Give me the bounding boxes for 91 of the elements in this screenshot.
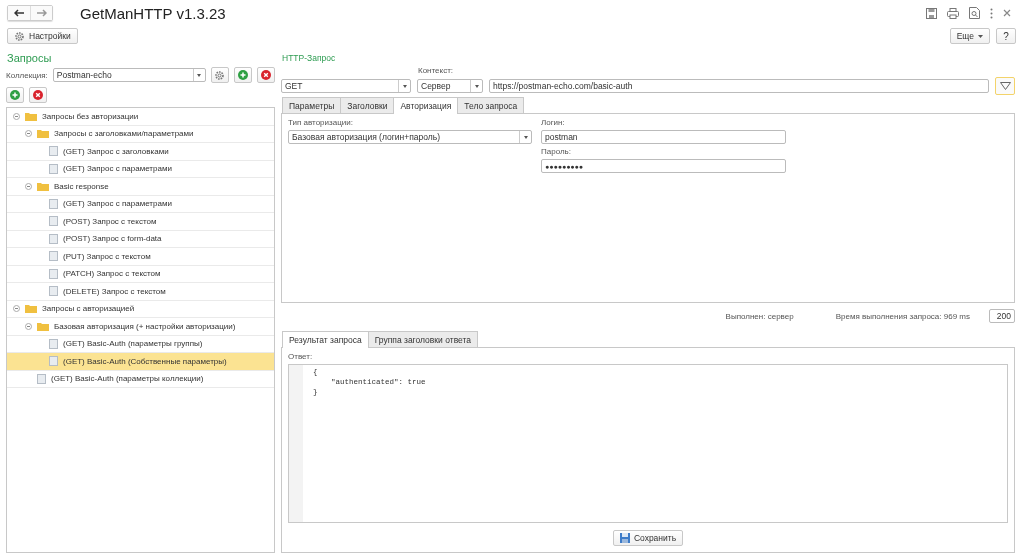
document-icon (49, 338, 58, 349)
tree-item[interactable]: (POST) Запрос с текстом (7, 213, 274, 231)
collapse-icon[interactable] (25, 322, 32, 330)
save-button[interactable]: Сохранить (612, 530, 684, 546)
execution-time: Время выполнения запроса: 969 ms (835, 311, 970, 321)
context-label: Контекст: (418, 66, 454, 75)
document-icon (49, 286, 58, 297)
caret-icon (523, 135, 528, 139)
caret-icon (978, 34, 983, 38)
tree-item[interactable]: (DELETE) Запрос с текстом (7, 283, 274, 301)
caret-icon (197, 73, 202, 77)
add-collection-button[interactable] (233, 67, 252, 83)
folder-icon (37, 129, 49, 139)
triangle-icon (999, 82, 1011, 90)
gear-icon (14, 30, 25, 42)
window-title: GetManHTTP v1.3.23 (80, 4, 226, 22)
collapse-icon[interactable] (25, 182, 32, 190)
tree-item[interactable]: (GET) Запрос с параметрами (7, 195, 274, 213)
section-title: Запросы (7, 52, 53, 64)
tree-item[interactable]: (PUT) Запрос с текстом (7, 248, 274, 266)
login-field[interactable]: postman (541, 130, 786, 144)
folder-icon (37, 181, 49, 191)
tree-item[interactable]: (GET) Запрос с параметрами (7, 160, 274, 178)
document-icon (49, 198, 58, 209)
back-button[interactable] (8, 6, 30, 20)
status-code-field: 200 (989, 309, 1015, 323)
add-request-button[interactable] (6, 87, 24, 103)
delete-icon (260, 70, 271, 80)
tab[interactable]: Авторизация (393, 97, 459, 114)
tree-item[interactable]: Basic response (7, 178, 274, 196)
back-arrow-icon (14, 9, 24, 17)
tab[interactable]: Тело запроса (457, 97, 525, 113)
close-icon[interactable] (1003, 9, 1011, 17)
collapse-icon[interactable] (13, 305, 20, 313)
plus-icon (10, 90, 20, 100)
forward-arrow-icon (36, 9, 47, 17)
send-button[interactable] (995, 77, 1015, 95)
document-icon (49, 163, 58, 174)
tree-item[interactable]: Запросы без авторизации (7, 108, 274, 126)
url-field[interactable]: https://postman-echo.com/basic-auth (489, 79, 989, 93)
document-icon (49, 268, 58, 279)
tab[interactable]: Результат запроса (282, 331, 369, 348)
delete-request-button[interactable] (29, 87, 47, 103)
answer-label: Ответ: (288, 352, 314, 361)
method-select[interactable]: GET (281, 79, 411, 93)
document-icon (49, 251, 58, 262)
folder-icon (25, 304, 37, 314)
document-icon (49, 216, 58, 227)
gear-icon (214, 69, 226, 81)
collection-label: Коллекция: (6, 70, 48, 80)
tab[interactable]: Параметры (282, 97, 342, 113)
password-label: Пароль: (541, 147, 572, 156)
more-icon[interactable] (990, 7, 993, 19)
folder-icon (37, 321, 49, 331)
tree-item[interactable]: Базовая авторизация (+ настройки авторизации) (7, 318, 274, 336)
document-icon (49, 356, 58, 367)
settings-button[interactable]: Настройки (7, 28, 78, 44)
print-icon[interactable] (947, 7, 959, 19)
tree-item[interactable]: (PATCH) Запрос с текстом (7, 265, 274, 283)
document-icon (49, 146, 58, 157)
collapse-icon[interactable] (13, 112, 20, 120)
executed-status: Выполнен: сервер (725, 311, 794, 321)
floppy-icon (619, 533, 630, 543)
more-button[interactable]: Еще (949, 28, 990, 44)
tree-item[interactable]: Запросы с авторизацией (7, 300, 274, 318)
folder-icon (25, 111, 37, 121)
section-title: HTTP-Запрос (282, 53, 337, 63)
caret-icon (474, 84, 479, 88)
collection-settings-button[interactable] (210, 67, 229, 83)
tree-item[interactable]: (GET) Basic-Auth (параметры коллекции) (7, 370, 274, 388)
tree-item[interactable]: (GET) Basic-Auth (Собственные параметры) (7, 353, 274, 371)
tree-item[interactable]: (POST) Запрос с form-data (7, 230, 274, 248)
preview-icon[interactable] (969, 7, 980, 19)
tree-item[interactable]: Запросы с заголовками/параметрами (7, 125, 274, 143)
help-button[interactable]: ? (996, 28, 1016, 44)
document-icon (49, 233, 58, 244)
collapse-icon[interactable] (25, 130, 32, 138)
document-icon (37, 373, 46, 384)
plus-icon (237, 70, 248, 80)
collection-select[interactable]: Postman-echo (52, 68, 206, 82)
tree-item[interactable]: (GET) Запрос с заголовками (7, 143, 274, 161)
delete-collection-button[interactable] (256, 67, 275, 83)
auth-type-label: Тип авторизации: (288, 118, 354, 127)
login-label: Логин: (541, 118, 566, 127)
auth-type-select[interactable]: Базовая авторизация (логин+пароль) (288, 130, 532, 144)
context-select[interactable]: Сервер (417, 79, 483, 93)
tab[interactable]: Заголовки (340, 97, 395, 113)
caret-icon (402, 84, 407, 88)
delete-icon (33, 90, 43, 100)
tab[interactable]: Группа заголовки ответа (367, 331, 479, 347)
save-icon[interactable] (926, 7, 937, 19)
